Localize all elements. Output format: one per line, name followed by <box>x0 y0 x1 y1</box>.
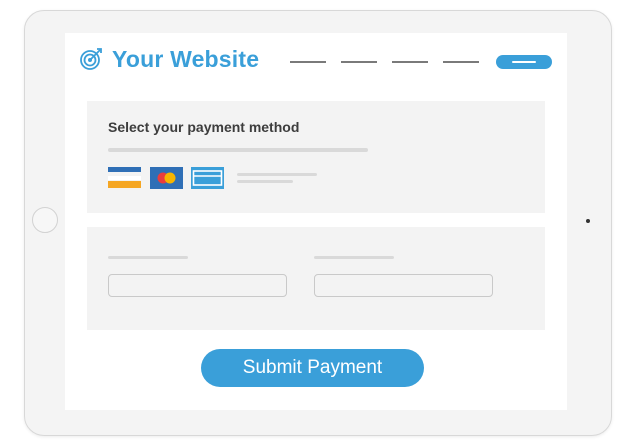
mastercard-icon[interactable] <box>150 167 183 189</box>
nav-item-1[interactable] <box>290 61 326 63</box>
tablet-screen: Your Website Select your payment method <box>65 33 567 410</box>
payment-form-card <box>87 227 545 330</box>
site-name[interactable]: Your Website <box>112 46 259 73</box>
camera-dot <box>586 219 590 223</box>
field-label-placeholder <box>314 256 394 259</box>
placeholder-line <box>108 148 368 152</box>
card-outline-icon[interactable] <box>191 167 224 189</box>
payment-method-card: Select your payment method <box>87 101 545 213</box>
nav-item-2[interactable] <box>341 61 377 63</box>
nav-item-4[interactable] <box>443 61 479 63</box>
field-label-placeholder <box>108 256 188 259</box>
target-arrow-icon <box>80 48 102 70</box>
generic-card-icon[interactable] <box>108 167 141 189</box>
input-field-right[interactable] <box>314 274 493 297</box>
placeholder-line <box>237 173 317 176</box>
nav-item-3[interactable] <box>392 61 428 63</box>
home-button[interactable] <box>32 207 58 233</box>
payment-method-title: Select your payment method <box>108 119 300 135</box>
input-field-left[interactable] <box>108 274 287 297</box>
nav-button-active[interactable] <box>496 55 552 69</box>
submit-payment-button[interactable]: Submit Payment <box>201 349 424 387</box>
placeholder-line <box>237 180 293 183</box>
